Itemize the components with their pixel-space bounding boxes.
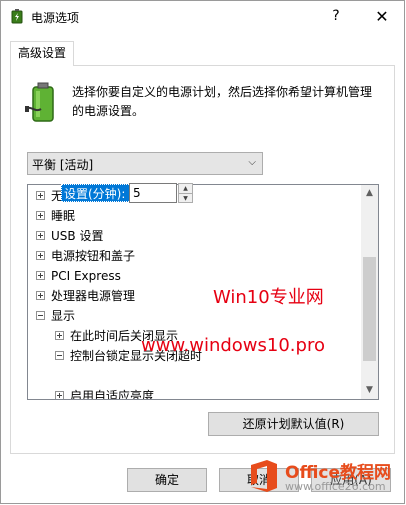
collapse-icon[interactable] <box>36 311 45 320</box>
power-options-dialog: 电源选项 ? ✕ 高级设置 选择你要自定义的电源计划，然后选择你希望计算机管理的… <box>0 0 405 504</box>
office-logo-url: www.office26.com <box>285 480 386 493</box>
tree-item-label: 处理器电源管理 <box>51 289 136 303</box>
ok-button[interactable]: 确定 <box>127 468 207 492</box>
setting-label: 设置(分钟): <box>61 184 133 202</box>
power-plan-select[interactable]: 平衡 [活动] ⌵ <box>27 152 263 175</box>
expand-icon[interactable] <box>36 231 45 240</box>
tree-item-label: 电源按钮和盖子 <box>51 249 136 263</box>
collapse-icon[interactable] <box>55 351 64 360</box>
restore-defaults-button[interactable]: 还原计划默认值(R) <box>208 412 379 436</box>
description-text: 选择你要自定义的电源计划，然后选择你希望计算机管理的电源设置。 <box>72 85 373 118</box>
office-icon <box>251 460 277 492</box>
expand-icon[interactable] <box>36 211 45 220</box>
scroll-up-icon[interactable]: ▲ <box>361 185 378 202</box>
office-logo: Office教程网 www.office26.com <box>247 456 405 498</box>
window-title: 电源选项 <box>31 11 80 25</box>
minutes-input[interactable]: 5 <box>129 183 177 203</box>
close-button[interactable]: ✕ <box>359 1 405 32</box>
help-button[interactable]: ? <box>313 1 359 32</box>
watermark-text: Win10专业网 <box>213 287 324 308</box>
battery-plug-icon <box>25 82 54 122</box>
tab-advanced-settings[interactable]: 高级设置 <box>10 41 74 66</box>
expand-icon[interactable] <box>55 331 64 340</box>
tree-item-label: 显示 <box>51 309 76 323</box>
expand-icon[interactable] <box>55 391 64 399</box>
scroll-down-icon[interactable]: ▼ <box>361 382 378 399</box>
tree-item-label: USB 设置 <box>51 229 104 243</box>
tree-item-label: 启用自适应亮度 <box>70 389 155 400</box>
settings-tree[interactable]: 无线适配器设置 睡眠 USB 设置 电源按钮和盖子 PCI Express 处理… <box>27 184 379 400</box>
expand-icon[interactable] <box>36 291 45 300</box>
tree-item-label: PCI Express <box>51 269 121 283</box>
title-bar: 电源选项 ? ✕ <box>1 1 404 32</box>
stepper-up-icon[interactable]: ▲ <box>179 184 192 193</box>
stepper-down-icon[interactable]: ▼ <box>179 193 192 203</box>
expand-icon[interactable] <box>36 191 45 200</box>
expand-icon[interactable] <box>36 251 45 260</box>
watermark-url: www.windows10.pro <box>141 335 325 356</box>
power-options-icon <box>11 9 23 24</box>
expand-icon[interactable] <box>36 271 45 280</box>
power-plan-value: 平衡 [活动] <box>32 158 94 172</box>
chevron-down-icon: ⌵ <box>248 157 256 168</box>
tree-item-label: 睡眠 <box>51 209 76 223</box>
vertical-scrollbar[interactable]: ▲ ▼ <box>361 185 378 399</box>
scrollbar-thumb[interactable] <box>363 257 376 361</box>
minutes-stepper[interactable]: ▲ ▼ <box>178 183 193 203</box>
